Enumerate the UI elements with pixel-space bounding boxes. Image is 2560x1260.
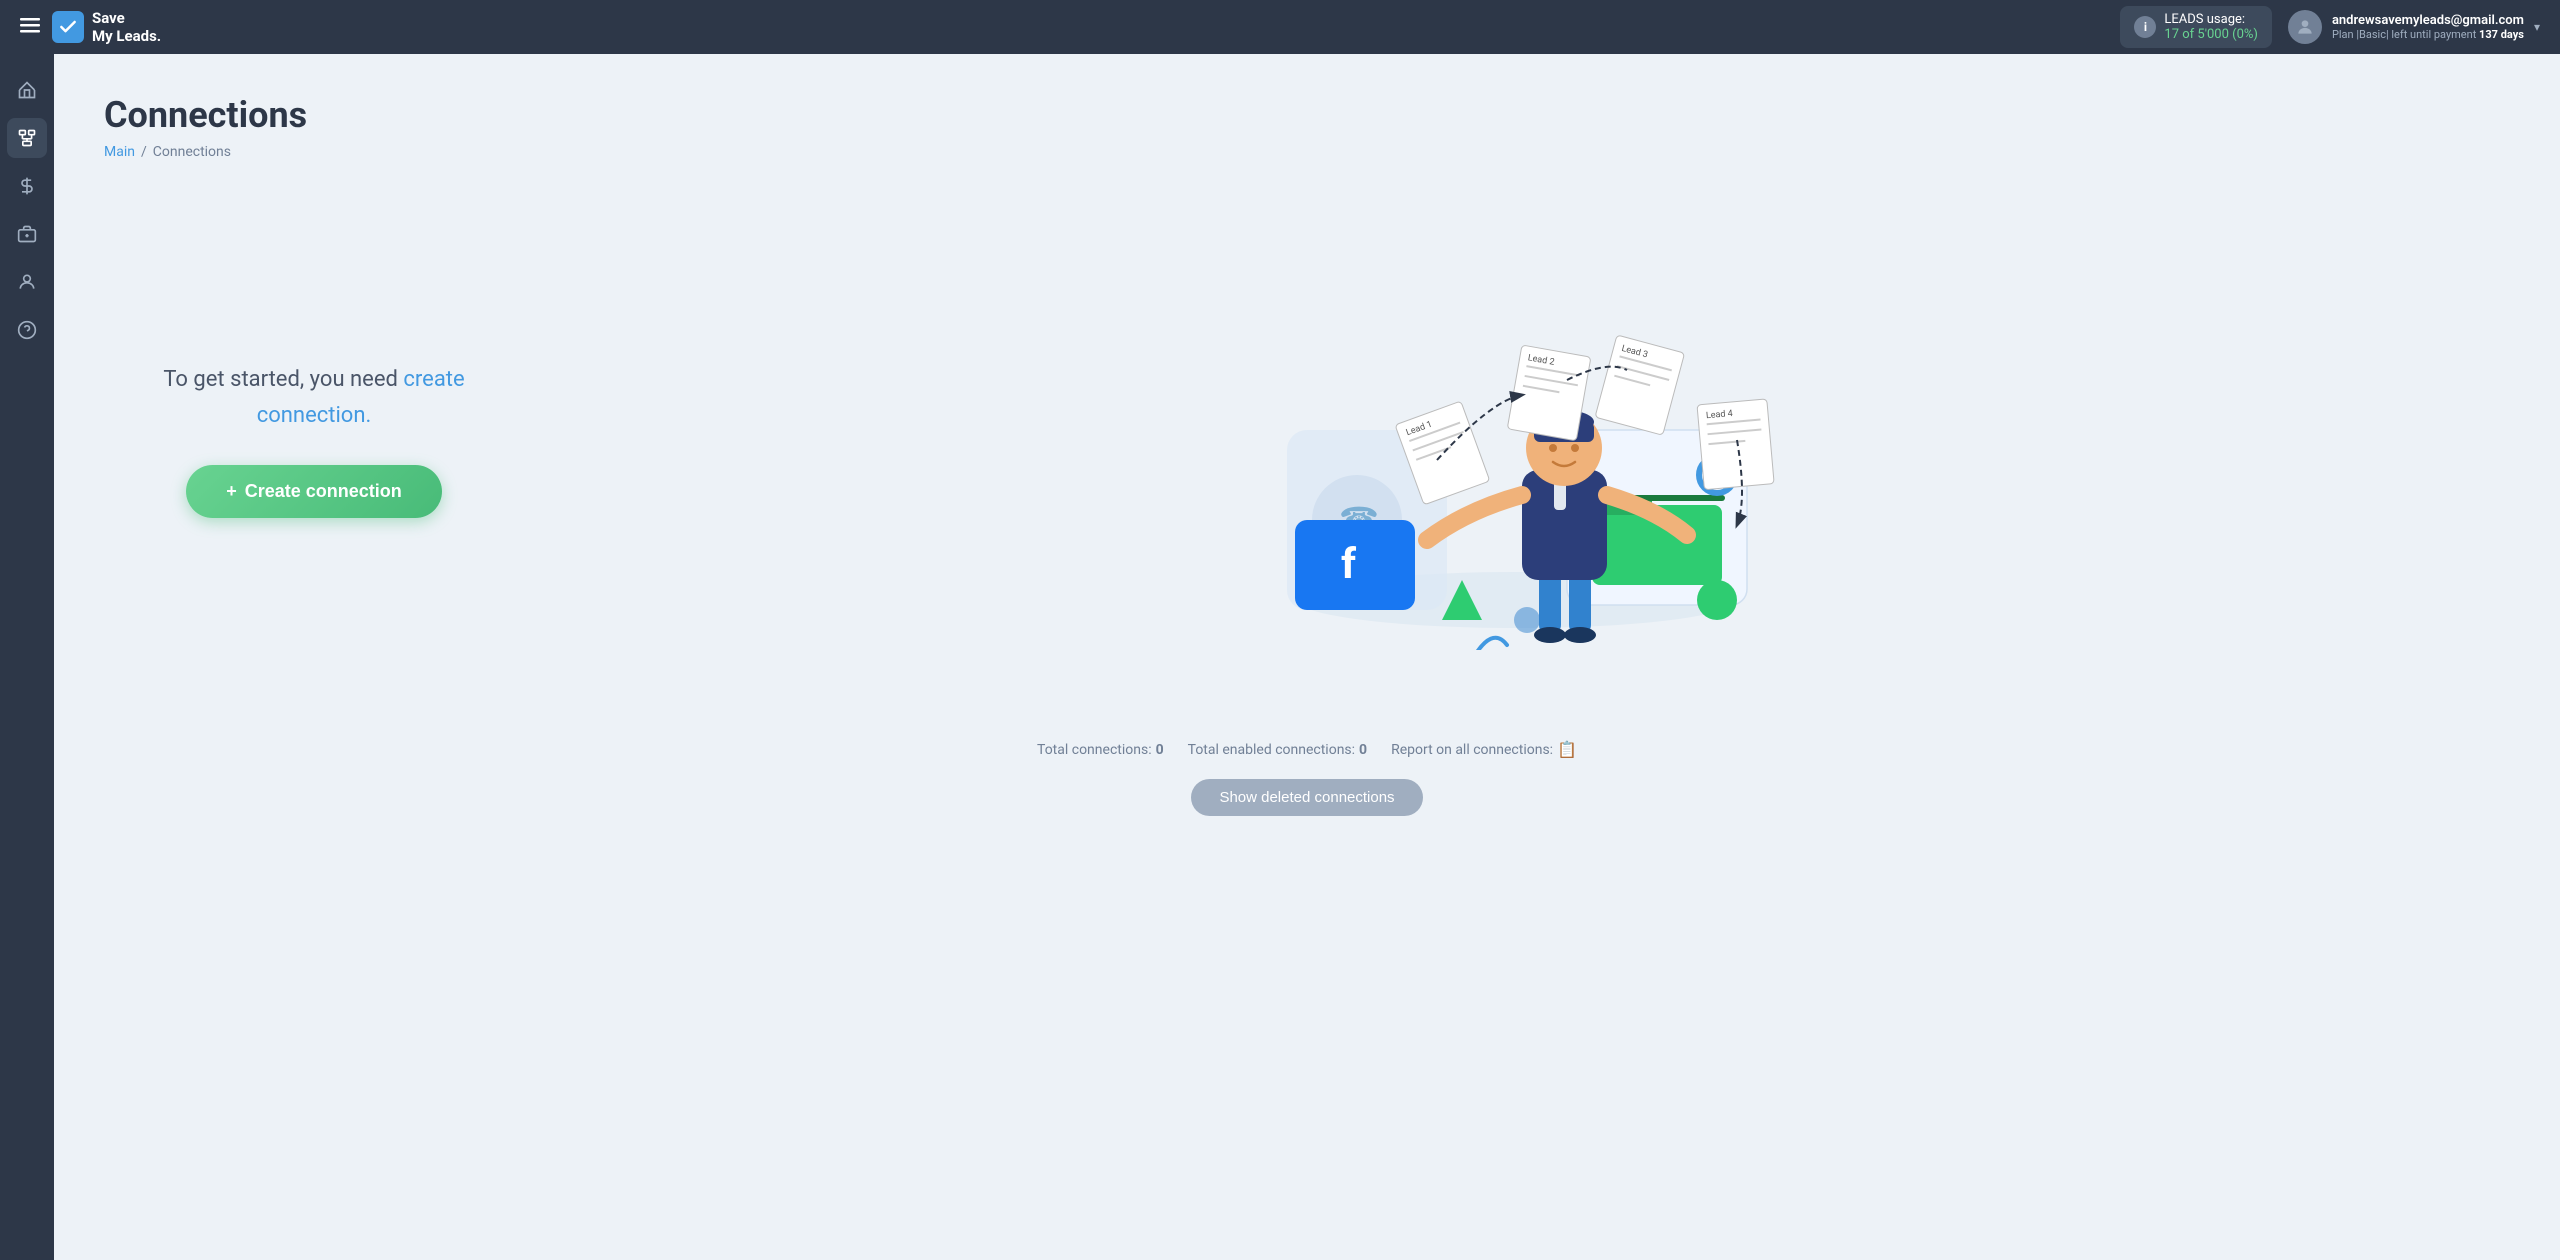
sidebar-item-account[interactable] [7, 262, 47, 302]
user-section[interactable]: andrewsavemyleads@gmail.com Plan |Basic|… [2288, 10, 2540, 44]
sidebar-item-billing[interactable] [7, 166, 47, 206]
user-plan: Plan |Basic| left until payment 137 days [2332, 28, 2524, 41]
sidebar-item-help[interactable] [7, 310, 47, 350]
breadcrumb-separator: / [141, 144, 147, 160]
total-connections-stat: Total connections: 0 [1037, 742, 1164, 758]
logo-icon [52, 11, 84, 43]
report-label: Report on all connections: [1391, 742, 1553, 758]
app-body: Connections Main / Connections To get st… [0, 54, 2560, 1260]
report-stat: Report on all connections: 📋 [1391, 740, 1577, 759]
create-btn-label: Create connection [245, 481, 402, 502]
leads-usage-badge[interactable]: i LEADS usage: 17 of 5'000 (0%) [2120, 6, 2272, 48]
main-content: Connections Main / Connections To get st… [54, 54, 2560, 1260]
logo-text: Save My Leads. [92, 9, 161, 45]
sidebar [0, 54, 54, 1260]
show-deleted-button[interactable]: Show deleted connections [1191, 779, 1422, 816]
breadcrumb-main-link[interactable]: Main [104, 144, 135, 160]
stats-row: Total connections: 0 Total enabled conne… [104, 740, 2510, 759]
top-header: Save My Leads. i LEADS usage: 17 of 5'00… [0, 0, 2560, 54]
sidebar-item-connections[interactable] [7, 118, 47, 158]
total-connections-value: 0 [1156, 742, 1164, 758]
intro-text: To get started, you need create connecti… [104, 362, 524, 432]
create-connection-button[interactable]: + Create connection [186, 465, 442, 518]
hamburger-button[interactable] [20, 15, 40, 40]
chevron-down-icon: ▾ [2534, 20, 2540, 34]
svg-text:f: f [1341, 540, 1357, 589]
page-title: Connections [104, 94, 2510, 136]
total-connections-label: Total connections: [1037, 742, 1152, 758]
sidebar-item-integrations[interactable] [7, 214, 47, 254]
footer-stats: Total connections: 0 Total enabled conne… [104, 740, 2510, 816]
breadcrumb-current: Connections [153, 144, 231, 160]
header-right: i LEADS usage: 17 of 5'000 (0%) andrewsa… [2120, 6, 2540, 48]
logo[interactable]: Save My Leads. [52, 9, 161, 45]
total-enabled-label: Total enabled connections: [1188, 742, 1355, 758]
user-email: andrewsavemyleads@gmail.com [2332, 13, 2524, 28]
avatar [2288, 10, 2322, 44]
left-content: To get started, you need create connecti… [104, 362, 524, 517]
leads-usage-text: LEADS usage: 17 of 5'000 (0%) [2164, 12, 2258, 42]
header-left: Save My Leads. [20, 9, 161, 45]
create-btn-icon: + [226, 481, 237, 502]
sidebar-item-home[interactable] [7, 70, 47, 110]
illustration: ☎ f [524, 230, 2510, 650]
total-enabled-value: 0 [1359, 742, 1367, 758]
total-enabled-stat: Total enabled connections: 0 [1188, 742, 1367, 758]
info-icon: i [2134, 16, 2156, 38]
user-info: andrewsavemyleads@gmail.com Plan |Basic|… [2332, 13, 2524, 41]
content-area: To get started, you need create connecti… [104, 200, 2510, 680]
breadcrumb: Main / Connections [104, 144, 2510, 160]
report-icon[interactable]: 📋 [1557, 740, 1577, 759]
